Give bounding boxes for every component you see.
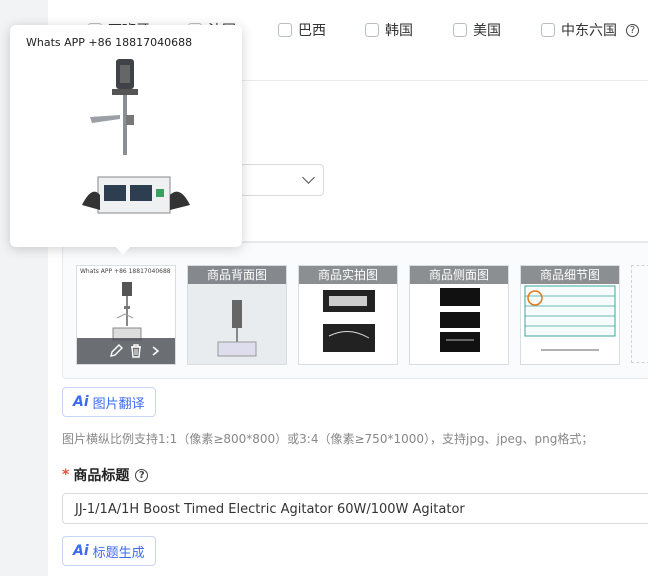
chevron-down-icon [302, 171, 315, 184]
checkbox-label: 美国 [473, 23, 501, 39]
add-image-slot[interactable] [631, 265, 648, 363]
checkbox-box[interactable] [453, 23, 467, 37]
checkbox-box[interactable] [365, 23, 379, 37]
product-title-input[interactable]: JJ-1/1A/1H Boost Timed Electric Agitator… [62, 493, 648, 524]
required-mark: * [62, 467, 70, 483]
checkbox-korea[interactable]: 韩国 [365, 20, 413, 40]
checkbox-label: 中东六国 [561, 23, 617, 39]
help-icon[interactable]: ? [135, 468, 149, 482]
thumb-watermark: Whats APP +86 18817040688 [80, 268, 171, 275]
thumb-caption: 商品侧面图 [410, 266, 508, 284]
checkbox-middle-east[interactable]: 中东六国 ? [541, 20, 639, 40]
image-preview-popup: Whats APP +86 18817040688 [10, 25, 242, 247]
help-icon[interactable]: ? [626, 23, 639, 37]
image-thumb-back[interactable]: 商品背面图 [187, 265, 287, 365]
thumb-caption: 商品细节图 [521, 266, 619, 284]
thumb-action-bar [77, 338, 175, 364]
image-translate-label: 图片翻译 [92, 396, 145, 412]
checkbox-usa[interactable]: 美国 [453, 20, 501, 40]
thumb-caption: 商品实拍图 [299, 266, 397, 284]
image-thumb-real[interactable]: 商品实拍图 [298, 265, 398, 365]
image-translate-button[interactable]: Ai 图片翻译 [62, 387, 156, 417]
product-title-text: 商品标题 [73, 468, 130, 484]
dropdown-select[interactable] [240, 164, 324, 196]
ai-icon: Ai [73, 543, 89, 559]
checkbox-label: 巴西 [298, 23, 326, 39]
image-thumb-side[interactable]: 商品侧面图 [409, 265, 509, 365]
agitator-preview-image [82, 59, 190, 214]
title-generate-label: 标题生成 [92, 545, 145, 561]
image-format-hint: 图片横纵比例支持1:1（像素≥800*800）或3:4（像素≥750*1000）… [62, 432, 594, 446]
checkbox-box[interactable] [541, 23, 555, 37]
product-title-label: * 商品标题 ? [62, 465, 149, 485]
ai-icon: Ai [73, 394, 89, 410]
popup-arrow [115, 246, 131, 255]
checkbox-box[interactable] [278, 23, 292, 37]
checkbox-brazil[interactable]: 巴西 [278, 20, 326, 40]
title-generate-button[interactable]: Ai 标题生成 [62, 536, 156, 566]
popup-watermark: Whats APP +86 18817040688 [26, 36, 193, 49]
thumb-caption: 商品背面图 [188, 266, 286, 284]
image-thumb-detail[interactable]: 商品细节图 [520, 265, 620, 365]
delete-icon[interactable] [129, 344, 143, 358]
image-thumb-main[interactable]: Whats APP +86 18817040688 [76, 265, 176, 365]
checkbox-label: 韩国 [385, 23, 413, 39]
edit-icon[interactable] [109, 344, 123, 358]
chevron-right-icon[interactable] [151, 345, 161, 357]
